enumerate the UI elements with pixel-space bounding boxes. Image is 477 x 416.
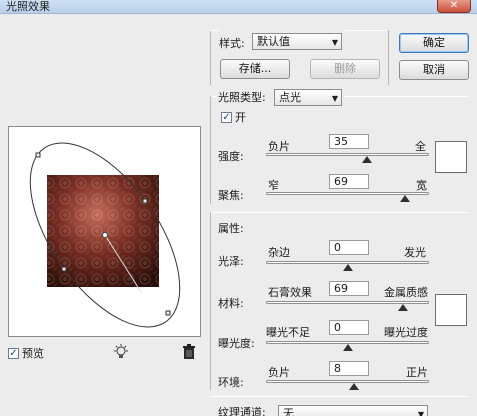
exposure-label: 曝光度: [218, 337, 255, 350]
exposure-slider-thumb[interactable] [342, 344, 353, 351]
chevron-down-icon: ▼ [331, 94, 338, 103]
texture-group-separator [210, 396, 469, 397]
exposure-max-label: 曝光过度 [384, 326, 428, 339]
focus-max-label: 宽 [416, 179, 427, 192]
exposure-field[interactable]: 0 [329, 320, 369, 335]
material-label: 材料: [218, 297, 244, 310]
light-handle-bottom[interactable] [165, 310, 171, 316]
light-color-swatch[interactable] [435, 141, 467, 173]
gloss-field[interactable]: 0 [329, 240, 369, 255]
ambience-label: 环境: [218, 376, 244, 389]
gloss-max-label: 发光 [404, 246, 426, 259]
exposure-min-label: 曝光不足 [266, 326, 310, 339]
intensity-min-label: 负片 [268, 140, 290, 153]
light-handle-right[interactable] [142, 198, 148, 204]
style-group-border-top-right [345, 30, 388, 31]
material-max-label: 金属质感 [384, 286, 428, 299]
ambience-slider-thumb[interactable] [349, 383, 360, 390]
lightbulb-icon[interactable] [113, 344, 129, 360]
gloss-label: 光泽: [218, 255, 244, 268]
preview-checkbox[interactable]: ✓ [8, 348, 19, 359]
material-color-swatch[interactable] [435, 294, 467, 326]
properties-group-separator [210, 212, 469, 213]
trash-icon[interactable] [182, 344, 196, 360]
ambience-field[interactable]: 8 [329, 361, 369, 376]
focus-slider-thumb[interactable] [399, 195, 410, 202]
gloss-slider-thumb[interactable] [342, 264, 353, 271]
preview-panel[interactable] [8, 126, 201, 337]
window-title: 光照效果 [6, 0, 50, 13]
properties-group-border-left [210, 212, 211, 390]
chevron-down-icon: ▼ [417, 410, 424, 416]
properties-heading: 属性: [218, 222, 244, 235]
light-type-select[interactable]: 点光 ▼ [274, 89, 342, 106]
intensity-max-label: 全 [415, 140, 426, 153]
light-type-select-value: 点光 [279, 91, 301, 104]
ambience-max-label: 正片 [406, 366, 428, 379]
texture-select-value: 无 [283, 407, 294, 416]
title-bar: 光照效果 ✕ [0, 0, 477, 14]
focus-label: 聚焦: [218, 189, 244, 202]
chevron-down-icon: ▼ [331, 38, 338, 47]
ok-button[interactable]: 确定 [399, 33, 469, 53]
save-style-button[interactable]: 存储... [220, 59, 290, 79]
texture-select[interactable]: 无 ▼ [278, 405, 428, 416]
style-group-border-left [210, 30, 211, 85]
ambience-slider-track[interactable] [266, 380, 429, 383]
material-slider-thumb[interactable] [397, 304, 408, 311]
intensity-label: 强度: [218, 150, 244, 163]
preview-canvas[interactable] [9, 127, 202, 338]
intensity-field[interactable]: 35 [329, 134, 369, 149]
style-select[interactable]: 默认值 ▼ [252, 33, 342, 50]
material-min-label: 石膏效果 [268, 286, 312, 299]
focus-min-label: 窄 [268, 179, 279, 192]
style-select-value: 默认值 [257, 35, 290, 48]
delete-style-button[interactable]: 删除 [310, 59, 380, 79]
intensity-slider-thumb[interactable] [362, 156, 373, 163]
style-label: 样式: [219, 37, 245, 50]
light-center-handle[interactable] [102, 232, 108, 238]
focus-field[interactable]: 69 [329, 174, 369, 189]
intensity-slider-track[interactable] [266, 153, 429, 156]
close-icon[interactable]: ✕ [437, 0, 471, 13]
light-type-label: 光照类型: [218, 91, 266, 104]
preview-label: 预览 [22, 347, 44, 360]
texture-label: 纹理通道: [218, 406, 266, 416]
cancel-button[interactable]: 取消 [399, 60, 469, 80]
material-field[interactable]: 69 [329, 281, 369, 296]
light-on-checkbox[interactable]: ✓ [221, 112, 232, 123]
style-group-border-top [210, 30, 218, 31]
light-group-border-top-right [345, 96, 469, 97]
light-on-label: 开 [235, 111, 246, 124]
light-handle-top[interactable] [35, 152, 41, 158]
ambience-min-label: 负片 [268, 366, 290, 379]
light-group-border-left [210, 96, 211, 204]
style-group-border-right [388, 30, 389, 85]
light-handle-left[interactable] [61, 266, 67, 272]
gloss-min-label: 杂边 [268, 246, 290, 259]
